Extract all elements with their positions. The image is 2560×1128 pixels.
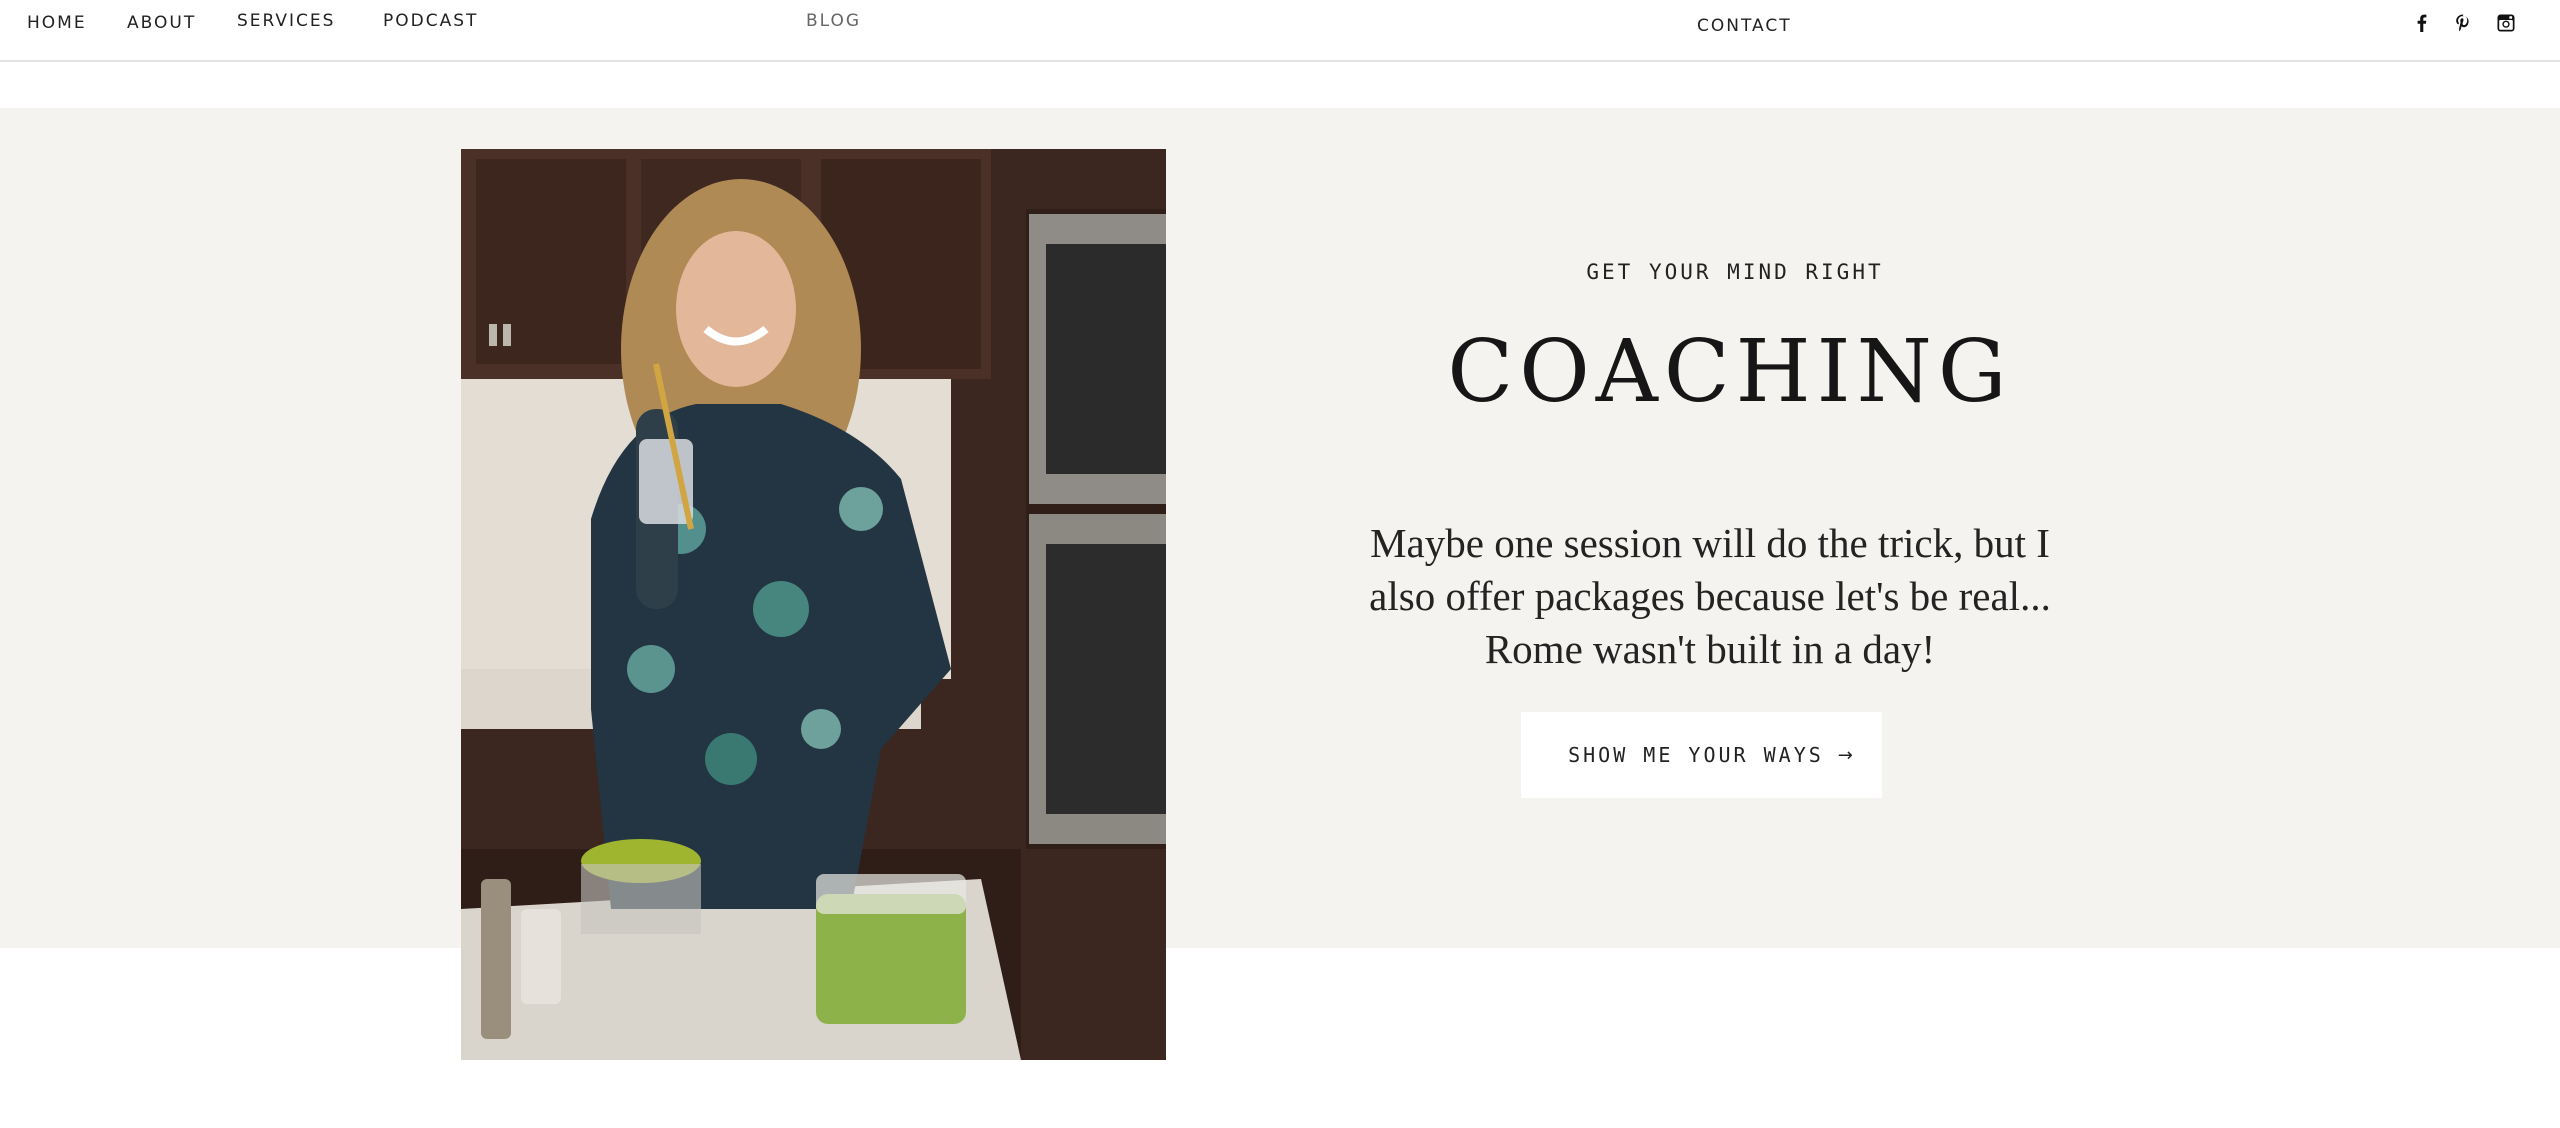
- arrow-right-icon: →: [1837, 744, 1853, 766]
- pinterest-icon[interactable]: [2450, 10, 2476, 36]
- facebook-icon[interactable]: [2409, 10, 2435, 36]
- top-navigation: HOME ABOUT SERVICES PODCAST BLOG CONTACT: [0, 0, 2560, 62]
- nav-podcast-link[interactable]: PODCAST: [383, 11, 478, 31]
- nav-blog-link[interactable]: BLOG: [806, 11, 861, 31]
- section-heading: COACHING: [1447, 322, 2013, 422]
- instagram-icon[interactable]: [2493, 10, 2519, 36]
- section-eyebrow: GET YOUR MIND RIGHT: [1586, 260, 1884, 284]
- nav-about-link[interactable]: ABOUT: [127, 13, 196, 33]
- coaching-photo: [461, 149, 1166, 1060]
- show-me-your-ways-button[interactable]: SHOW ME YOUR WAYS →: [1521, 712, 1882, 798]
- coaching-section: [0, 108, 2560, 948]
- section-description: Maybe one session will do the trick, but…: [1369, 520, 2051, 672]
- cta-label: SHOW ME YOUR WAYS: [1568, 743, 1824, 767]
- nav-contact-link[interactable]: CONTACT: [1697, 16, 1792, 36]
- nav-home-link[interactable]: HOME: [27, 13, 87, 33]
- nav-services-link[interactable]: SERVICES: [237, 11, 335, 31]
